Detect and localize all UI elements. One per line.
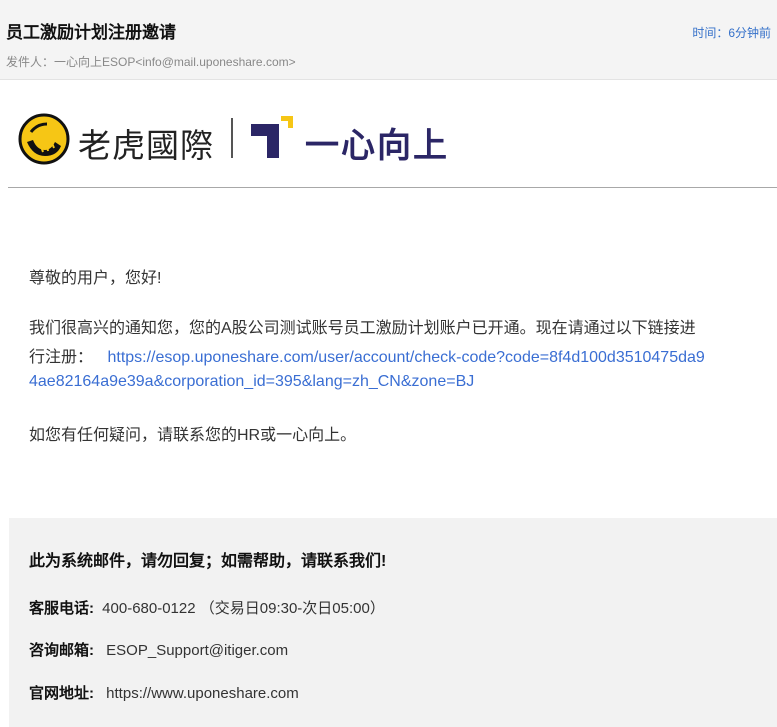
phone-hours: （交易日09:30-次日05:00） <box>199 600 385 617</box>
uponeshare-mark-icon <box>251 116 293 158</box>
email-label: 咨询邮箱: <box>29 642 94 659</box>
tiger-logo-text: 老虎國際 <box>78 126 214 165</box>
system-notice: 此为系统邮件，请勿回复；如需帮助，请联系我们! <box>29 553 387 570</box>
registration-link[interactable]: https://esop.uponeshare.com/user/account… <box>107 349 704 366</box>
uponeshare-logo-text: 一心向上 <box>305 126 449 166</box>
link-prefix: 行注册： <box>29 349 94 366</box>
header-divider <box>8 187 777 188</box>
tiger-logo-icon <box>18 113 70 165</box>
greeting: 尊敬的用户，您好! <box>29 270 162 287</box>
official-website: 官网地址: https://www.uponeshare.com <box>29 682 299 703</box>
phone-value: 400-680-0122 <box>102 600 196 617</box>
email-sender[interactable]: 发件人：一心向上ESOP<info@mail.uponeshare.com> <box>6 53 296 70</box>
phone-label: 客服电话: <box>29 600 94 617</box>
email-subject: 员工激励计划注册邀请 <box>6 23 176 42</box>
email-time: 时间：6分钟前 <box>692 26 771 40</box>
web-label: 官网地址: <box>29 685 94 702</box>
closing-text: 如您有任何疑问，请联系您的HR或一心向上。 <box>29 427 357 444</box>
company-logo: 老虎國際 一心向上 <box>17 110 457 170</box>
email-footer: 此为系统邮件，请勿回复；如需帮助，请联系我们! 客服电话: 400-680-01… <box>9 518 777 727</box>
web-value[interactable]: https://www.uponeshare.com <box>106 685 299 702</box>
support-email: 咨询邮箱: ESOP_Support@itiger.com <box>29 639 288 660</box>
email-value[interactable]: ESOP_Support@itiger.com <box>106 642 288 659</box>
notice-paragraph-line2: 行注册： https://esop.uponeshare.com/user/ac… <box>29 343 705 367</box>
email-header: 员工激励计划注册邀请 时间：6分钟前 发件人：一心向上ESOP<info@mai… <box>0 0 777 80</box>
registration-link-cont[interactable]: 4ae82164a9e39a&corporation_id=395&lang=z… <box>29 373 474 391</box>
notice-paragraph: 我们很高兴的通知您，您的A股公司测试账号员工激励计划账户已开通。现在请通过以下链… <box>29 320 696 337</box>
support-phone: 客服电话: 400-680-0122 （交易日09:30-次日05:00） <box>29 597 385 618</box>
logo-separator <box>231 118 233 158</box>
